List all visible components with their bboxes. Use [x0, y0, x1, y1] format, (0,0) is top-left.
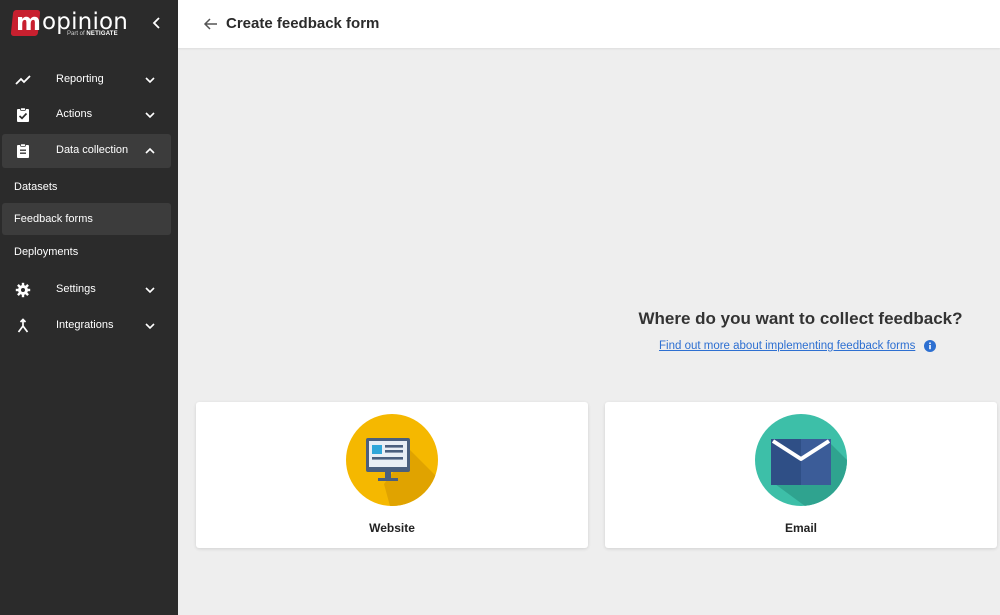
sidebar-item-data-collection[interactable]: Data collection [2, 134, 171, 168]
merge-icon [17, 318, 29, 333]
sidebar-subitem-feedback-forms[interactable]: Feedback forms [2, 203, 171, 235]
sidebar-item-actions[interactable]: Actions [2, 98, 171, 132]
sidebar-item-settings[interactable]: Settings [2, 273, 171, 307]
collapse-sidebar-button[interactable] [149, 14, 165, 32]
clipboard-check-icon [17, 107, 29, 122]
brand-logo[interactable]: m opinion Part of NETIGATE [10, 8, 142, 41]
collection-question: Where do you want to collect feedback? [638, 309, 963, 328]
sidebar-item-label: Reporting [56, 73, 104, 85]
page-title: Create feedback form [226, 15, 380, 32]
option-card-email[interactable]: Email [605, 402, 997, 548]
sidebar-item-label: Data collection [56, 144, 129, 156]
sidebar-subitem-label: Feedback forms [14, 213, 93, 225]
chevron-up-icon [145, 147, 155, 154]
website-monitor-icon [346, 414, 438, 506]
gear-icon [15, 282, 31, 298]
sidebar-subitem-label: Deployments [14, 246, 79, 258]
back-button[interactable] [202, 15, 220, 33]
trending-up-icon [15, 75, 31, 85]
sidebar: m opinion Part of NETIGATE Reporting Act… [0, 0, 178, 615]
sidebar-subitem-deployments[interactable]: Deployments [2, 236, 171, 268]
sidebar-item-integrations[interactable]: Integrations [2, 309, 171, 343]
sidebar-item-label: Settings [56, 283, 96, 295]
page-header: Create feedback form [178, 0, 1000, 48]
sidebar-item-label: Actions [56, 108, 93, 120]
sidebar-subitem-label: Datasets [14, 181, 58, 193]
sidebar-item-reporting[interactable]: Reporting [2, 63, 171, 97]
sidebar-item-label: Integrations [56, 319, 114, 331]
option-label: Website [369, 521, 415, 535]
info-icon[interactable] [923, 339, 936, 352]
arrow-left-icon [203, 18, 217, 30]
clipboard-list-icon [17, 143, 29, 158]
chevron-down-icon [145, 287, 155, 294]
brand-mark: m [16, 8, 42, 36]
help-row: Find out more about implementing feedbac… [659, 337, 936, 353]
implementation-help-link[interactable]: Find out more about implementing feedbac… [659, 340, 915, 352]
option-label: Email [784, 521, 817, 535]
option-card-website[interactable]: Website [196, 402, 588, 548]
brand-subtitle: Part of NETIGATE [67, 31, 118, 37]
sidebar-subitem-datasets[interactable]: Datasets [2, 171, 171, 203]
chevron-down-icon [145, 112, 155, 119]
chevron-left-icon [152, 17, 160, 29]
email-envelope-icon [755, 414, 847, 506]
chevron-down-icon [145, 77, 155, 84]
chevron-down-icon [145, 323, 155, 330]
